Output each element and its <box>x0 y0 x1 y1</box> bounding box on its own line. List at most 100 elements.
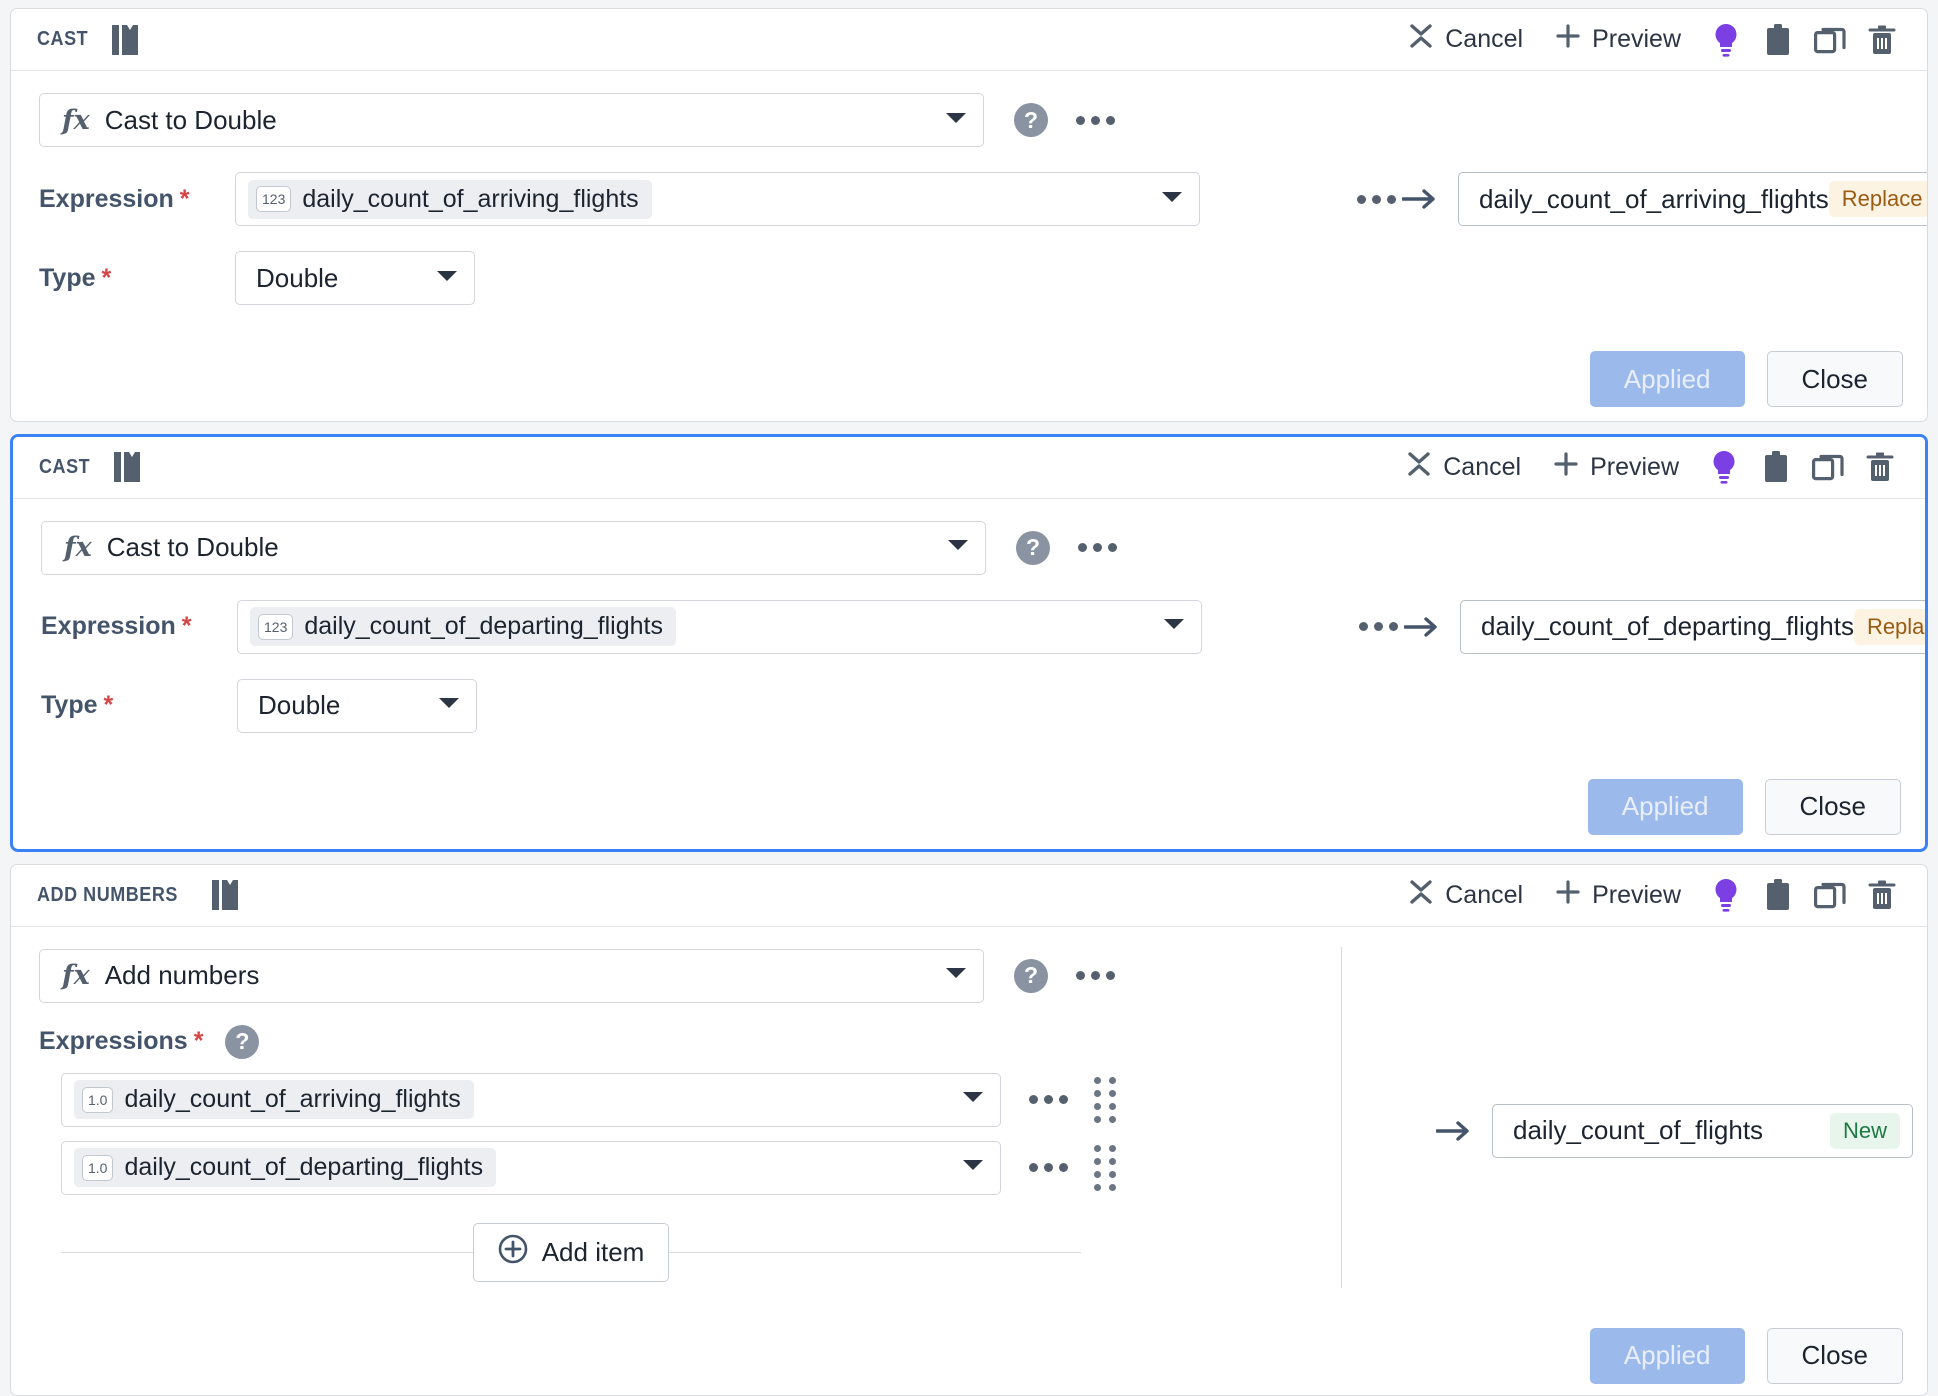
type-row: Type * Double <box>39 251 1341 305</box>
plus-icon <box>1555 879 1581 912</box>
close-button[interactable]: Close <box>1766 351 1903 407</box>
cancel-label: Cancel <box>1443 452 1522 481</box>
function-more-options[interactable] <box>1076 971 1115 981</box>
type-label-wrap: Type * <box>41 691 237 720</box>
plus-icon <box>1555 23 1581 56</box>
drag-handle-icon[interactable] <box>1094 1076 1116 1123</box>
expression-value: daily_count_of_departing_flights <box>124 1153 484 1182</box>
add-numbers-card[interactable]: ADD NUMBERS Cancel Preview fx Add number… <box>10 863 1928 1396</box>
clipboard-icon[interactable] <box>1755 17 1801 63</box>
fx-icon: fx <box>64 532 92 564</box>
required-asterisk: * <box>193 1027 204 1056</box>
function-select[interactable]: fx Cast to Double <box>41 520 986 575</box>
function-row: fx Add numbers ? <box>39 948 1341 1003</box>
header-actions: Cancel Preview <box>1390 444 1903 490</box>
preview-button[interactable]: Preview <box>1539 875 1697 916</box>
chevron-down-icon <box>945 111 967 130</box>
preview-button[interactable]: Preview <box>1539 19 1697 60</box>
type-value: Double <box>256 262 339 293</box>
applied-button[interactable]: Applied <box>1587 778 1743 835</box>
clipboard-icon[interactable] <box>1753 444 1799 490</box>
cancel-button[interactable]: Cancel <box>1390 447 1537 488</box>
cancel-button[interactable]: Cancel <box>1392 19 1539 60</box>
add-item-button[interactable]: Add item <box>472 1222 670 1282</box>
trash-icon[interactable] <box>1857 444 1903 490</box>
chevron-down-icon <box>945 966 967 985</box>
function-more-options[interactable] <box>1076 115 1115 125</box>
duplicate-icon[interactable] <box>1805 444 1851 490</box>
expression-select[interactable]: 123 daily_count_of_departing_flights <box>237 599 1202 654</box>
function-more-options[interactable] <box>1078 543 1117 553</box>
expression-more-options[interactable] <box>1029 1163 1068 1173</box>
right-pane: daily_count_of_arriving_flights Replace <box>1341 71 1927 331</box>
cast-card-1[interactable]: CAST Cancel Preview fx Cast to Double ? … <box>10 8 1928 422</box>
card-footer: Applied Close <box>11 1308 1927 1395</box>
collapse-icon <box>1408 23 1434 56</box>
chevron-down-icon <box>947 538 969 557</box>
left-pane: fx Cast to Double ? Expression * 123 dai… <box>11 71 1341 331</box>
type-badge-icon: 1.0 <box>82 1086 114 1113</box>
expression-more-options[interactable] <box>1359 622 1398 632</box>
output-name-field[interactable]: daily_count_of_flights New <box>1492 1103 1913 1158</box>
chevron-down-icon <box>1163 617 1185 636</box>
applied-button[interactable]: Applied <box>1589 1327 1745 1384</box>
close-button[interactable]: Close <box>1766 1327 1903 1384</box>
card-header: CAST Cancel Preview <box>13 436 1925 499</box>
applied-button[interactable]: Applied <box>1589 351 1745 407</box>
add-item-row: Add item <box>61 1222 1082 1282</box>
lightbulb-icon[interactable] <box>1703 872 1749 918</box>
close-button[interactable]: Close <box>1764 778 1901 835</box>
preview-button[interactable]: Preview <box>1537 447 1695 488</box>
drag-handle-icon[interactable] <box>1094 1144 1116 1191</box>
divider-line <box>669 1251 1082 1253</box>
help-icon[interactable]: ? <box>1014 958 1048 993</box>
expression-select[interactable]: 1.0 daily_count_of_departing_flights <box>61 1140 1001 1195</box>
cast-card-2[interactable]: CAST Cancel Preview fx Cast to Double ? … <box>10 433 1928 852</box>
function-select[interactable]: fx Cast to Double <box>39 93 984 147</box>
help-icon[interactable]: ? <box>1014 103 1048 137</box>
chevron-down-icon <box>436 269 458 288</box>
type-select[interactable]: Double <box>235 251 475 305</box>
lightbulb-icon[interactable] <box>1701 444 1747 490</box>
trash-icon[interactable] <box>1859 17 1905 63</box>
output-name: daily_count_of_flights <box>1513 1115 1764 1146</box>
expression-select[interactable]: 1.0 daily_count_of_arriving_flights <box>61 1072 1001 1127</box>
card-header: ADD NUMBERS Cancel Preview <box>11 864 1927 927</box>
function-row: fx Cast to Double ? <box>39 93 1341 147</box>
help-icon[interactable]: ? <box>1016 530 1050 565</box>
duplicate-icon[interactable] <box>1807 872 1853 918</box>
output-status-badge: New <box>1829 1112 1900 1149</box>
output-row: daily_count_of_departing_flights Replace <box>1343 599 1925 654</box>
type-row: Type * Double <box>41 678 1343 733</box>
cancel-button[interactable]: Cancel <box>1392 875 1539 916</box>
function-select[interactable]: fx Add numbers <box>39 948 984 1003</box>
lightbulb-icon[interactable] <box>1703 17 1749 63</box>
expression-more-options[interactable] <box>1029 1095 1068 1105</box>
type-label: Type <box>39 263 96 292</box>
required-asterisk: * <box>179 184 190 213</box>
card-footer: Applied Close <box>13 759 1925 849</box>
output-row: daily_count_of_arriving_flights Replace <box>1341 172 1927 226</box>
duplicate-icon[interactable] <box>1807 17 1853 63</box>
function-label: Cast to Double <box>106 532 279 563</box>
right-pane: daily_count_of_flights New <box>1342 927 1927 1308</box>
arrow-right-icon <box>1402 188 1436 210</box>
card-body: fx Add numbers ? Expressions * ? 1.0 dai… <box>11 927 1927 1308</box>
expression-more-options[interactable] <box>1357 194 1396 204</box>
trash-icon[interactable] <box>1859 872 1905 918</box>
expression-select[interactable]: 123 daily_count_of_arriving_flights <box>235 172 1200 226</box>
output-name-field[interactable]: daily_count_of_arriving_flights Replace <box>1458 172 1927 226</box>
type-badge-icon: 123 <box>258 613 294 640</box>
chevron-down-icon <box>962 1158 984 1177</box>
expressions-help-icon[interactable]: ? <box>225 1024 260 1059</box>
type-select[interactable]: Double <box>237 678 477 733</box>
output-name-field[interactable]: daily_count_of_departing_flights Replace <box>1460 599 1925 654</box>
clipboard-icon[interactable] <box>1755 872 1801 918</box>
function-row: fx Cast to Double ? <box>41 520 1343 575</box>
expression-chip: 1.0 daily_count_of_arriving_flights <box>74 1080 474 1120</box>
output-row: daily_count_of_flights New <box>1342 1103 1927 1158</box>
output-status-badge: Replace <box>1853 608 1925 645</box>
book-icon <box>111 24 138 55</box>
